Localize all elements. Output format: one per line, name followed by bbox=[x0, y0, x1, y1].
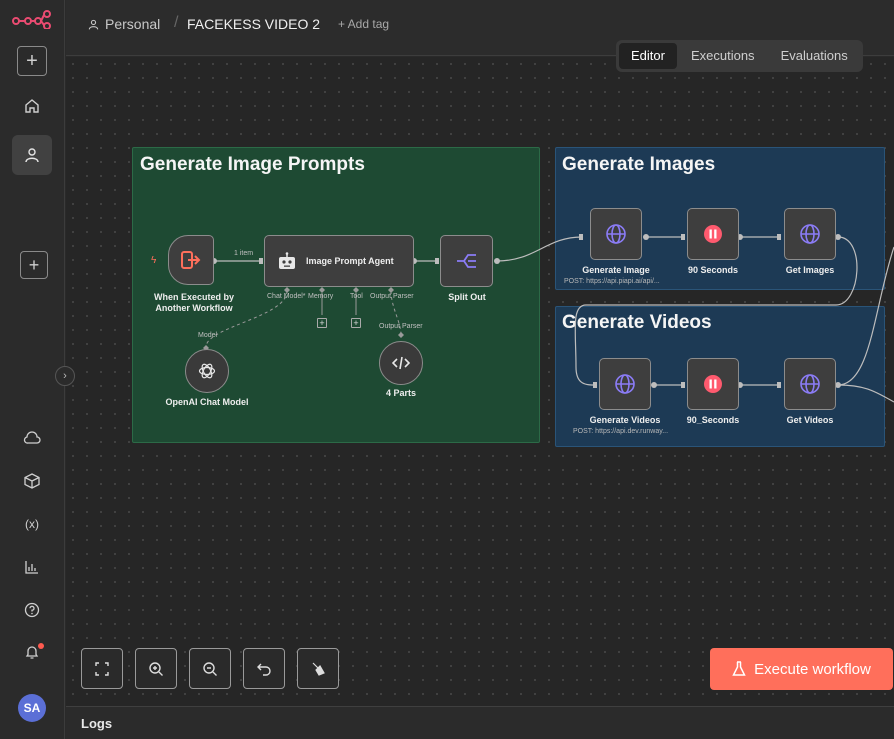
sidebar: + + (x) SA bbox=[0, 0, 65, 739]
wait-90-seconds-2-node[interactable] bbox=[687, 358, 739, 410]
split-out-node[interactable] bbox=[440, 235, 493, 287]
wait-90-seconds-2-label: 90_Seconds bbox=[686, 415, 740, 425]
add-project-button[interactable]: + bbox=[20, 251, 48, 279]
get-images-label: Get Images bbox=[785, 265, 835, 275]
n8n-logo-icon[interactable] bbox=[10, 6, 54, 32]
chevron-right-icon: › bbox=[63, 370, 67, 382]
globe-icon bbox=[800, 224, 820, 244]
trigger-node[interactable] bbox=[168, 235, 214, 285]
model-port-label: Model bbox=[198, 332, 218, 339]
pause-icon bbox=[704, 375, 722, 393]
logs-label: Logs bbox=[81, 716, 113, 731]
globe-icon bbox=[800, 374, 820, 394]
generate-image-sub: POST: https://api.piapi.ai/api/... bbox=[564, 278, 660, 285]
add-tool-button[interactable]: + bbox=[351, 318, 361, 328]
code-icon bbox=[392, 356, 410, 370]
output-parser-port-label: Output Parser bbox=[370, 293, 414, 300]
split-icon bbox=[456, 254, 476, 268]
view-tabs: Editor Executions Evaluations bbox=[616, 40, 863, 72]
execute-workflow-label: Execute workflow bbox=[754, 660, 871, 678]
insights-button[interactable] bbox=[12, 547, 52, 587]
notification-dot bbox=[38, 643, 44, 649]
breadcrumb-personal[interactable]: Personal bbox=[88, 16, 160, 32]
four-parts-label: 4 Parts bbox=[385, 388, 417, 398]
zoom-out-button[interactable] bbox=[189, 648, 231, 689]
breadcrumb-separator: / bbox=[174, 14, 179, 31]
execute-workflow-trigger-icon bbox=[181, 251, 201, 269]
pause-icon bbox=[704, 225, 722, 243]
tool-port-label: Tool bbox=[350, 293, 363, 300]
wait-90-seconds-node[interactable] bbox=[687, 208, 739, 260]
home-icon bbox=[25, 99, 39, 113]
memory-port-label: Memory bbox=[308, 293, 334, 300]
lightning-icon: ϟ bbox=[151, 255, 157, 266]
tab-executions[interactable]: Executions bbox=[679, 43, 767, 69]
globe-icon bbox=[606, 224, 626, 244]
notifications-button[interactable] bbox=[12, 632, 52, 672]
output-parser-label: Output Parser bbox=[379, 323, 423, 330]
breadcrumb-personal-label: Personal bbox=[105, 16, 161, 32]
clear-execution-button[interactable] bbox=[297, 648, 339, 689]
item-count-label: 1 item bbox=[234, 250, 254, 257]
collapse-sidebar-button[interactable]: › bbox=[55, 366, 75, 386]
chat-model-port-label: Chat Model* bbox=[267, 293, 306, 300]
help-button[interactable] bbox=[12, 590, 52, 630]
add-button[interactable]: + bbox=[17, 46, 47, 76]
openai-icon bbox=[198, 363, 216, 379]
split-out-label: Split Out bbox=[448, 292, 486, 302]
cloud-icon bbox=[23, 431, 41, 444]
globe-icon bbox=[615, 374, 635, 394]
four-parts-node[interactable] bbox=[379, 341, 423, 385]
zoom-in-button[interactable] bbox=[135, 648, 177, 689]
execute-workflow-button[interactable]: Execute workflow bbox=[710, 648, 893, 690]
generate-videos-label: Generate Videos bbox=[589, 415, 661, 425]
home-button[interactable] bbox=[12, 86, 52, 126]
trigger-node-label: When Executed by Another Workflow bbox=[153, 292, 234, 313]
templates-button[interactable] bbox=[12, 461, 52, 501]
generate-image-node[interactable] bbox=[590, 208, 642, 260]
get-videos-node[interactable] bbox=[784, 358, 836, 410]
tab-evaluations[interactable]: Evaluations bbox=[769, 43, 860, 69]
zoom-out-icon bbox=[203, 661, 217, 676]
plus-icon: + bbox=[26, 50, 38, 72]
user-icon bbox=[25, 148, 39, 163]
chart-icon bbox=[25, 561, 38, 574]
generate-videos-sub: POST: https://api.dev.runway... bbox=[573, 428, 669, 435]
help-icon bbox=[24, 602, 40, 618]
get-images-node[interactable] bbox=[784, 208, 836, 260]
image-prompt-agent-node[interactable]: Image Prompt Agent bbox=[264, 235, 414, 287]
user-icon bbox=[88, 19, 99, 29]
personal-button[interactable] bbox=[12, 135, 52, 175]
flask-icon bbox=[732, 661, 746, 676]
wait-90-seconds-label: 90 Seconds bbox=[687, 265, 739, 275]
agent-node-label: Image Prompt Agent bbox=[306, 256, 394, 266]
generate-image-label: Generate Image bbox=[582, 265, 650, 275]
variables-button[interactable]: (x) bbox=[12, 504, 52, 544]
cloud-button[interactable] bbox=[12, 418, 52, 458]
undo-icon bbox=[257, 663, 271, 676]
add-tag-button[interactable]: + Add tag bbox=[338, 17, 389, 31]
generate-videos-node[interactable] bbox=[599, 358, 651, 410]
openai-node-label: OpenAI Chat Model bbox=[165, 397, 249, 407]
fit-view-icon bbox=[95, 661, 109, 676]
get-videos-label: Get Videos bbox=[786, 415, 834, 425]
box-icon bbox=[24, 473, 40, 489]
add-memory-button[interactable]: + bbox=[317, 318, 327, 328]
robot-icon bbox=[279, 252, 295, 269]
tab-editor[interactable]: Editor bbox=[619, 43, 677, 69]
clear-icon bbox=[312, 662, 325, 676]
openai-chat-model-node[interactable] bbox=[185, 349, 229, 393]
avatar[interactable]: SA bbox=[18, 694, 46, 722]
variables-icon: (x) bbox=[25, 517, 39, 531]
plus-icon: + bbox=[28, 254, 40, 275]
workflow-title[interactable]: FACEKESS VIDEO 2 bbox=[187, 16, 320, 32]
zoom-in-icon bbox=[149, 661, 163, 676]
undo-button[interactable] bbox=[243, 648, 285, 689]
fit-view-button[interactable] bbox=[81, 648, 123, 689]
logs-panel[interactable]: Logs bbox=[66, 706, 894, 739]
workflow-canvas[interactable]: Generate Image Prompts Generate Images G… bbox=[66, 57, 894, 706]
